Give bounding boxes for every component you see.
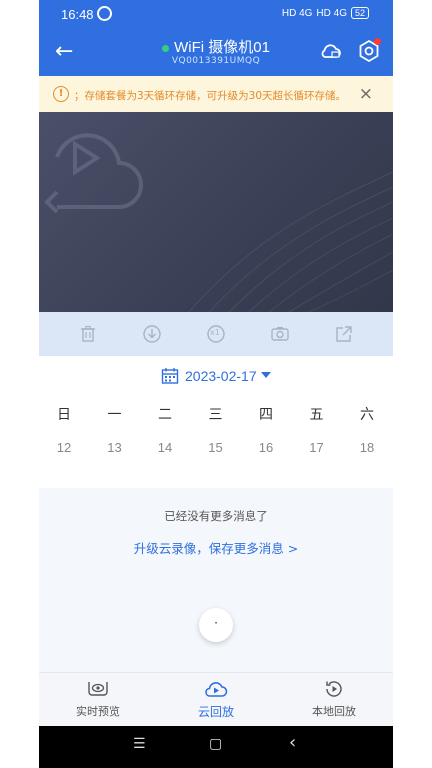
day-cell[interactable]: 14	[140, 440, 190, 455]
camera-icon[interactable]	[270, 324, 290, 344]
cloud-play-icon	[205, 682, 228, 697]
date-selector: 2023-02-17	[39, 356, 393, 396]
calendar-icon[interactable]	[161, 367, 179, 385]
status-bar: 16:48 HD 4G HD 4G 52	[39, 0, 393, 30]
playback-toolbar: x1	[39, 312, 393, 356]
download-icon[interactable]	[142, 324, 162, 344]
weekday-label: 二	[158, 407, 172, 423]
app-screen: 16:48 HD 4G HD 4G 52 ← WiFi 摄像机01 VQ0013…	[39, 0, 393, 768]
device-title: WiFi 摄像机01	[174, 39, 270, 56]
home-icon[interactable]: ▢	[209, 736, 222, 752]
close-notice-button[interactable]: ×	[359, 84, 373, 104]
weekday-label: 日	[57, 407, 71, 423]
tab-local-playback[interactable]: 本地回放	[275, 679, 393, 719]
speed-label: x1	[210, 328, 220, 337]
alarm-icon	[97, 6, 112, 21]
notification-dot	[374, 38, 381, 45]
weekday-label: 四	[259, 407, 273, 423]
cloud-storage-icon[interactable]	[319, 39, 343, 63]
network-indicator: HD 4G	[281, 7, 313, 19]
system-nav-bar: ☰ ▢ ‹	[39, 726, 393, 768]
trash-icon[interactable]	[78, 324, 98, 344]
online-status-dot	[162, 44, 170, 52]
bottom-tab-bar: 实时预览 云回放 本地回放	[39, 672, 393, 727]
message-list: 已经没有更多消息了 升级云录像，保存更多消息 > ·	[39, 488, 393, 672]
notice-text: ；存储套餐为3天循环存储，可升级为30天超长循环存储。	[74, 90, 347, 102]
weekday-label: 一	[107, 407, 122, 423]
weekday-label: 五	[309, 407, 324, 423]
weekday-label: 六	[360, 407, 374, 423]
battery-indicator: 52	[350, 7, 369, 19]
storage-notice: ! ；存储套餐为3天循环存储，可升级为30天超长循环存储。 ×	[39, 76, 393, 112]
status-time: 16:48	[61, 7, 94, 22]
selected-date[interactable]: 2023-02-17	[185, 368, 257, 384]
speed-x1-icon[interactable]: x1	[206, 324, 226, 344]
status-right: HD 4G HD 4G 52	[282, 7, 369, 19]
no-more-messages-text: 已经没有更多消息了	[164, 509, 268, 523]
video-placeholder-graphic	[44, 133, 393, 312]
weekday-label: 三	[208, 407, 223, 423]
eye-icon	[88, 682, 108, 696]
wave-pattern	[188, 171, 393, 312]
signal-indicator: HD 4G	[316, 7, 347, 19]
back-icon[interactable]: ‹	[289, 732, 296, 753]
tab-live-preview[interactable]: 实时预览	[39, 679, 157, 719]
tab-label: 本地回放	[312, 705, 356, 718]
app-header: ← WiFi 摄像机01 VQ0013391UMQQ	[39, 30, 393, 76]
day-cell[interactable]: 18	[342, 440, 392, 455]
warning-icon: !	[53, 86, 69, 102]
day-cell[interactable]: 12	[39, 440, 89, 455]
replay-icon	[326, 681, 342, 697]
chevron-down-icon[interactable]	[261, 372, 271, 378]
day-cell[interactable]: 15	[191, 440, 241, 455]
floating-action-button[interactable]: ·	[199, 608, 233, 642]
tab-cloud-playback[interactable]: 云回放	[157, 679, 275, 720]
video-player[interactable]	[39, 112, 393, 312]
upgrade-cloud-link[interactable]: 升级云录像，保存更多消息 >	[39, 538, 393, 557]
week-strip: 日 一 二 三 四 五 六 12 13 14 15 16 17 18	[39, 396, 393, 488]
day-cell[interactable]: 13	[90, 440, 140, 455]
day-cell[interactable]: 16	[241, 440, 291, 455]
tab-label: 云回放	[197, 705, 234, 719]
menu-icon[interactable]: ☰	[133, 736, 146, 752]
day-cell[interactable]: 17	[292, 440, 342, 455]
cloud-replay-watermark-icon	[44, 133, 143, 214]
tab-label: 实时预览	[76, 705, 120, 718]
share-icon[interactable]	[334, 324, 354, 344]
